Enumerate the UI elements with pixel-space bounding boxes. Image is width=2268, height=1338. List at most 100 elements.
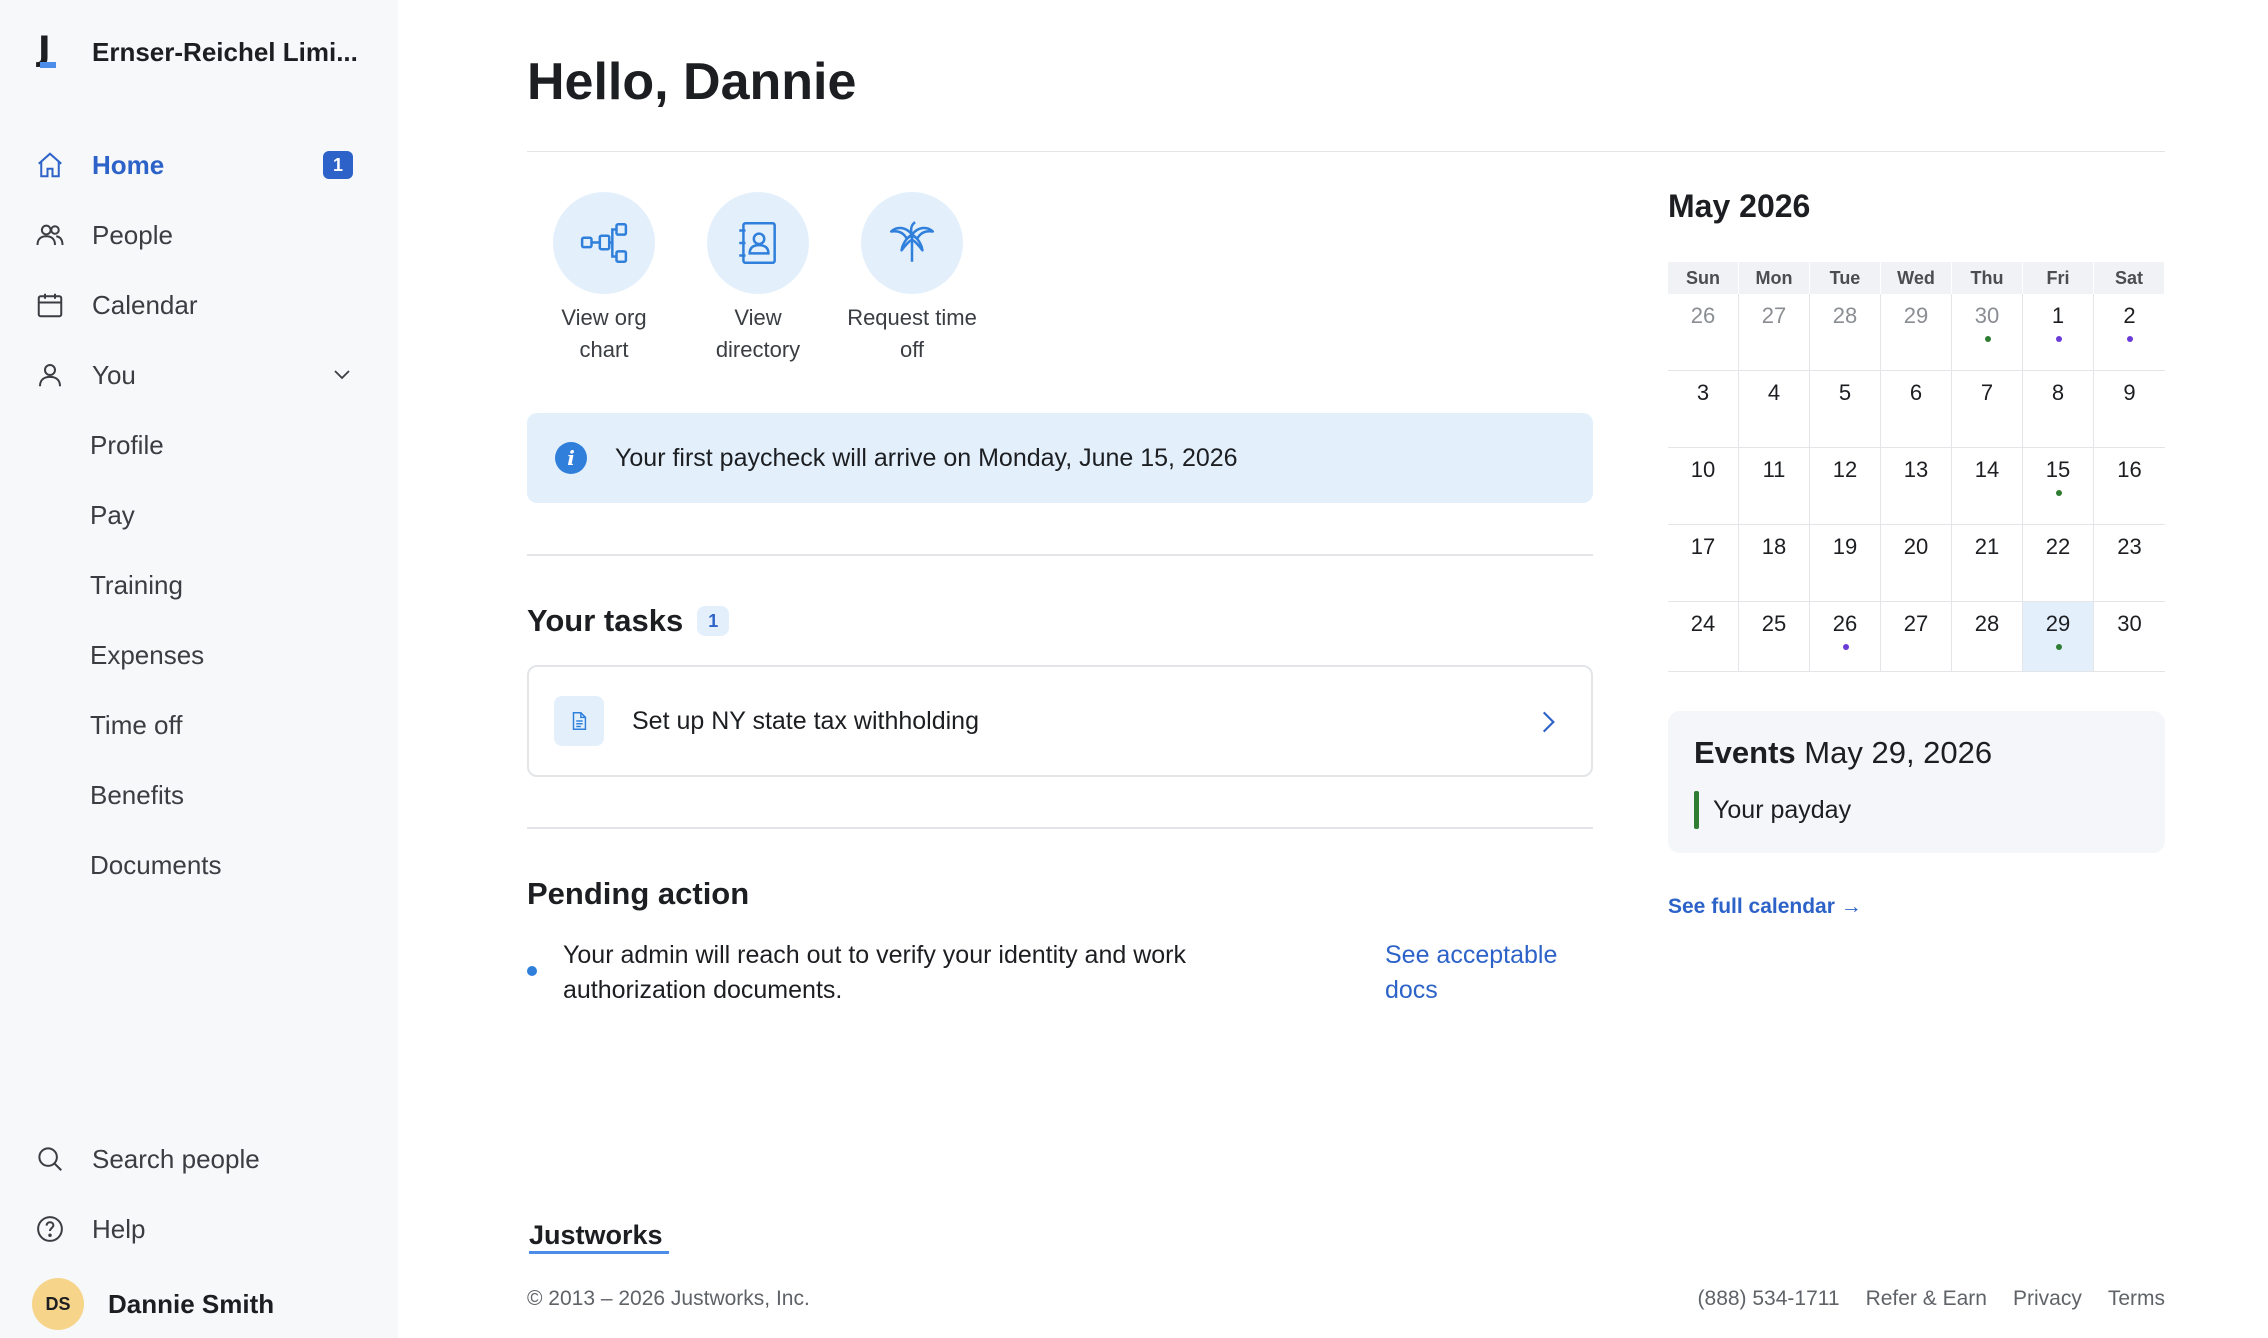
calendar-day-number: 29 [1903, 303, 1929, 328]
people-icon [34, 219, 66, 251]
nav-item-label: Calendar [92, 289, 198, 320]
footer-refer-link[interactable]: Refer & Earn [1866, 1287, 1987, 1311]
nav-item-people[interactable]: People [0, 200, 398, 270]
weekday-label: Sat [2094, 262, 2165, 294]
calendar-day[interactable]: 26 [1668, 294, 1739, 371]
person-icon [34, 359, 66, 391]
page-title: Hello, Dannie [527, 53, 857, 111]
calendar-day[interactable]: 27 [1881, 602, 1952, 672]
calendar-day[interactable]: 21 [1952, 525, 2023, 602]
nav-item-time-off[interactable]: Time off [0, 690, 398, 760]
calendar-day[interactable]: 29 [2023, 602, 2094, 672]
calendar-day[interactable]: 2 [2094, 294, 2165, 371]
calendar-day-number: 27 [1903, 611, 1929, 636]
nav-item-label: Help [92, 1213, 146, 1244]
calendar-day-number: 7 [1980, 380, 1994, 405]
nav-item-documents[interactable]: Documents [0, 830, 398, 900]
footer-phone-link[interactable]: (888) 534-1711 [1698, 1287, 1840, 1311]
nav-item-search-people[interactable]: Search people [0, 1124, 398, 1194]
calendar-day-number: 23 [2117, 534, 2142, 559]
calendar-day[interactable]: 14 [1952, 448, 2023, 525]
calendar-day[interactable]: 11 [1739, 448, 1810, 525]
you-subnav: Profile Pay Training Expenses Time off B… [0, 410, 398, 900]
calendar-day[interactable]: 19 [1810, 525, 1881, 602]
calendar-day[interactable]: 23 [2094, 525, 2165, 602]
see-acceptable-docs-link[interactable]: See acceptable docs [1385, 938, 1595, 1008]
main-nav: Home 1 People Calendar You Profile Pay T… [0, 130, 398, 900]
request-time-off-button[interactable]: Request time off [835, 192, 989, 366]
home-count-badge: 1 [323, 151, 353, 179]
nav-item-help[interactable]: Help [0, 1194, 398, 1264]
calendar-day[interactable]: 27 [1739, 294, 1810, 371]
nav-item-label: Pay [90, 499, 135, 530]
calendar-day[interactable]: 28 [1952, 602, 2023, 672]
calendar-day[interactable]: 4 [1739, 371, 1810, 448]
event-item[interactable]: Your payday [1694, 791, 2139, 829]
nav-item-you[interactable]: You [0, 340, 398, 410]
view-org-chart-button[interactable]: View org chart [527, 192, 681, 366]
nav-item-label: Search people [92, 1143, 260, 1174]
weekday-label: Tue [1810, 262, 1881, 294]
events-heading-date: May 29, 2026 [1804, 735, 1993, 770]
nav-item-profile[interactable]: Profile [0, 410, 398, 480]
calendar-day[interactable]: 5 [1810, 371, 1881, 448]
view-directory-button[interactable]: View directory [681, 192, 835, 366]
calendar-day[interactable]: 3 [1668, 371, 1739, 448]
pending-action-text: Your admin will reach out to verify your… [563, 941, 1186, 1004]
nav-item-expenses[interactable]: Expenses [0, 620, 398, 690]
calendar-day[interactable]: 25 [1739, 602, 1810, 672]
calendar-day[interactable]: 22 [2023, 525, 2094, 602]
calendar-day[interactable]: 12 [1810, 448, 1881, 525]
calendar-day[interactable]: 28 [1810, 294, 1881, 371]
events-heading-label: Events [1694, 735, 1796, 770]
calendar-day[interactable]: 9 [2094, 371, 2165, 448]
footer-terms-link[interactable]: Terms [2108, 1287, 2165, 1311]
calendar-day[interactable]: 29 [1881, 294, 1952, 371]
calendar-day[interactable]: 30 [1952, 294, 2023, 371]
copyright: © 2013 – 2026 Justworks, Inc. [527, 1287, 810, 1310]
nav-item-label: Benefits [90, 779, 184, 810]
calendar-day[interactable]: 20 [1881, 525, 1952, 602]
nav-item-home[interactable]: Home 1 [0, 130, 398, 200]
weekday-label: Mon [1739, 262, 1810, 294]
user-name: Dannie Smith [108, 1288, 275, 1319]
calendar-day-number: 19 [1832, 534, 1858, 559]
company-switcher[interactable]: J Ernser-Reichel Limi... [32, 32, 358, 72]
calendar-day-number: 6 [1909, 380, 1923, 405]
event-color-bar [1694, 791, 1699, 829]
company-name: Ernser-Reichel Limi... [92, 36, 358, 67]
calendar-day[interactable]: 16 [2094, 448, 2165, 525]
task-item[interactable]: Set up NY state tax withholding [527, 665, 1593, 777]
calendar-day[interactable]: 6 [1881, 371, 1952, 448]
nav-item-calendar[interactable]: Calendar [0, 270, 398, 340]
calendar-day[interactable]: 18 [1739, 525, 1810, 602]
justworks-logo-icon: J [32, 32, 62, 72]
calendar-day[interactable]: 8 [2023, 371, 2094, 448]
calendar-day[interactable]: 10 [1668, 448, 1739, 525]
chevron-down-icon[interactable] [330, 362, 354, 386]
nav-item-benefits[interactable]: Benefits [0, 760, 398, 830]
paycheck-info-banner: i Your first paycheck will arrive on Mon… [527, 413, 1593, 503]
calendar-day[interactable]: 17 [1668, 525, 1739, 602]
event-dot [2127, 336, 2133, 342]
calendar-day[interactable]: 15 [2023, 448, 2094, 525]
calendar-day[interactable]: 13 [1881, 448, 1952, 525]
see-full-calendar-link[interactable]: See full calendar → [1668, 895, 1862, 919]
calendar-day-number: 11 [1762, 457, 1786, 482]
nav-item-training[interactable]: Training [0, 550, 398, 620]
nav-item-label: You [92, 359, 136, 390]
weekday-label: Fri [2023, 262, 2094, 294]
footer-logo[interactable]: Justworks [529, 1220, 669, 1254]
nav-item-pay[interactable]: Pay [0, 480, 398, 550]
calendar-day[interactable]: 1 [2023, 294, 2094, 371]
calendar-day-number: 21 [1974, 534, 2000, 559]
calendar-day[interactable]: 30 [2094, 602, 2165, 672]
calendar-day[interactable]: 26 [1810, 602, 1881, 672]
user-menu[interactable]: DS Dannie Smith [32, 1278, 274, 1330]
tasks-count-badge: 1 [697, 606, 730, 636]
calendar-day[interactable]: 24 [1668, 602, 1739, 672]
calendar-day-number: 30 [2117, 611, 2142, 636]
events-card: Events May 29, 2026 Your payday [1668, 711, 2165, 853]
footer-privacy-link[interactable]: Privacy [2013, 1287, 2082, 1311]
calendar-day[interactable]: 7 [1952, 371, 2023, 448]
